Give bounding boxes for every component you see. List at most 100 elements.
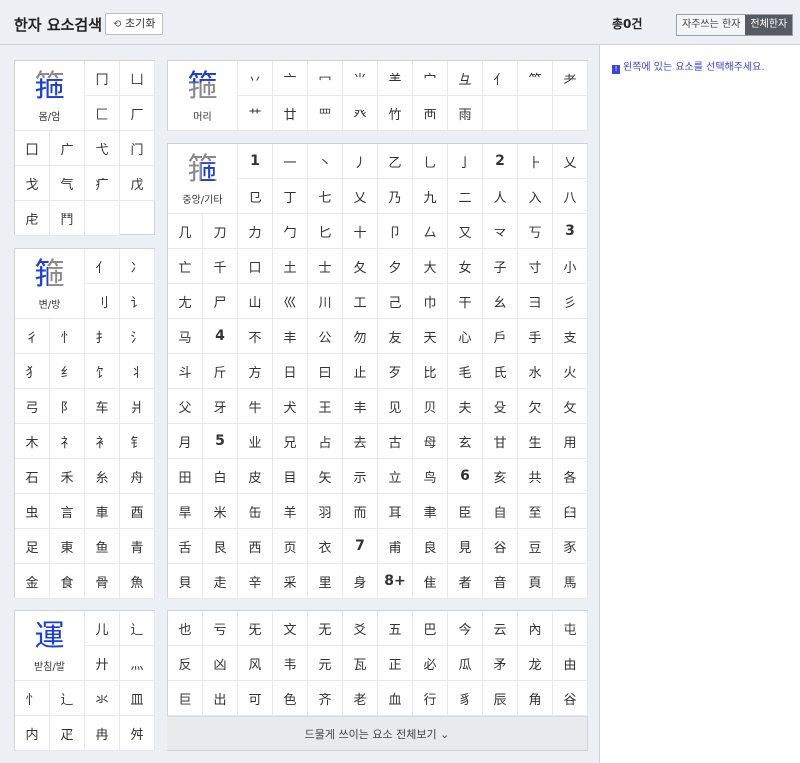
element-cell-bottom[interactable]: 儿 — [85, 611, 120, 646]
element-cell-middle[interactable]: 巛 — [273, 284, 308, 319]
element-cell-middle[interactable]: 止 — [343, 354, 378, 389]
element-cell-middle[interactable]: 支 — [553, 319, 588, 354]
element-cell-middle[interactable]: 力 — [238, 214, 273, 249]
element-cell-extra[interactable]: 元 — [308, 646, 343, 681]
element-cell-side[interactable]: 弓 — [15, 389, 50, 424]
element-cell-bottom[interactable]: 辶 — [120, 611, 155, 646]
element-cell-middle[interactable]: 馬 — [553, 564, 588, 599]
element-cell-middle[interactable]: 母 — [413, 424, 448, 459]
element-cell-middle[interactable]: 氏 — [483, 354, 518, 389]
element-cell-middle[interactable]: 几 — [168, 214, 203, 249]
element-cell-extra[interactable]: 瓦 — [343, 646, 378, 681]
element-cell-enclosure[interactable]: 厂 — [120, 96, 155, 131]
element-cell-extra[interactable]: 血 — [378, 681, 413, 716]
element-cell-side[interactable]: 金 — [15, 564, 50, 599]
element-cell-side[interactable]: 爿 — [120, 389, 155, 424]
element-cell-middle[interactable]: 豕 — [553, 529, 588, 564]
element-cell-enclosure[interactable]: 虍 — [15, 201, 50, 236]
element-cell-side[interactable]: 衤 — [85, 424, 120, 459]
element-cell-middle[interactable]: 七 — [308, 179, 343, 214]
element-cell-extra[interactable]: 內 — [518, 611, 553, 646]
element-cell-middle[interactable]: 貝 — [168, 564, 203, 599]
element-cell-head[interactable]: 彑 — [448, 61, 483, 96]
element-cell-side[interactable]: 舟 — [120, 459, 155, 494]
element-cell-middle[interactable]: 丁 — [273, 179, 308, 214]
element-cell-extra[interactable]: 色 — [273, 681, 308, 716]
element-cell-middle[interactable]: 音 — [483, 564, 518, 599]
element-cell-enclosure[interactable]: 门 — [120, 131, 155, 166]
element-cell-middle[interactable]: 丰 — [343, 389, 378, 424]
element-cell-middle[interactable]: 手 — [518, 319, 553, 354]
element-cell-middle[interactable]: 牙 — [203, 389, 238, 424]
element-cell-enclosure[interactable]: 疒 — [85, 166, 120, 201]
element-cell-middle[interactable]: 衣 — [308, 529, 343, 564]
element-cell-middle[interactable]: 小 — [553, 249, 588, 284]
element-cell-bottom[interactable]: 内 — [15, 716, 50, 751]
element-cell-middle[interactable]: 辛 — [238, 564, 273, 599]
element-cell-middle[interactable]: 王 — [308, 389, 343, 424]
element-cell-bottom[interactable]: 舛 — [120, 716, 155, 751]
element-cell-middle[interactable]: 皮 — [238, 459, 273, 494]
element-cell-extra[interactable]: 文 — [273, 611, 308, 646]
element-cell-middle[interactable]: 豆 — [518, 529, 553, 564]
element-cell-middle[interactable]: 斤 — [203, 354, 238, 389]
element-cell-middle[interactable]: 羽 — [308, 494, 343, 529]
element-cell-middle[interactable]: 里 — [308, 564, 343, 599]
element-cell-extra[interactable]: 由 — [553, 646, 588, 681]
element-cell-extra[interactable]: 龙 — [518, 646, 553, 681]
element-cell-middle[interactable]: 亡 — [168, 249, 203, 284]
element-cell-middle[interactable]: 臣 — [448, 494, 483, 529]
element-cell-middle[interactable]: 甘 — [483, 424, 518, 459]
element-cell-middle[interactable]: 者 — [448, 564, 483, 599]
element-cell-middle[interactable]: 毛 — [448, 354, 483, 389]
element-cell-enclosure[interactable]: 匚 — [85, 96, 120, 131]
element-cell-middle[interactable]: 米 — [203, 494, 238, 529]
element-cell-side[interactable]: 彳 — [15, 319, 50, 354]
element-cell-middle[interactable]: 大 — [413, 249, 448, 284]
element-cell-head[interactable]: 竹 — [378, 96, 413, 131]
element-cell-middle[interactable]: 彐 — [518, 284, 553, 319]
element-cell-middle[interactable]: 山 — [238, 284, 273, 319]
element-cell-enclosure[interactable]: 弋 — [85, 131, 120, 166]
element-cell-bottom[interactable]: 皿 — [120, 681, 155, 716]
element-cell-side[interactable]: 鱼 — [85, 529, 120, 564]
element-cell-middle[interactable]: 日 — [273, 354, 308, 389]
element-cell-side[interactable]: 讠 — [120, 284, 155, 319]
element-cell-head[interactable]: ⺌ — [343, 61, 378, 96]
element-cell-enclosure[interactable]: 戈 — [15, 166, 50, 201]
element-cell-middle[interactable]: 身 — [343, 564, 378, 599]
element-cell-extra[interactable]: 风 — [238, 646, 273, 681]
element-cell-middle[interactable]: 又 — [448, 214, 483, 249]
show-rare-elements-button[interactable]: 드물게 쓰이는 요소 전체보기 ⌄ — [167, 716, 587, 750]
element-cell-extra[interactable]: 正 — [378, 646, 413, 681]
element-cell-side[interactable]: 忄 — [50, 319, 85, 354]
element-cell-middle[interactable]: 九 — [413, 179, 448, 214]
element-cell-middle[interactable]: 龴 — [483, 214, 518, 249]
element-cell-head[interactable]: 冖 — [308, 61, 343, 96]
element-cell-middle[interactable]: 丰 — [273, 319, 308, 354]
element-cell-middle[interactable]: 去 — [343, 424, 378, 459]
element-cell-middle[interactable]: 聿 — [413, 494, 448, 529]
element-cell-middle[interactable]: 入 — [518, 179, 553, 214]
element-cell-extra[interactable]: 凶 — [203, 646, 238, 681]
element-cell-enclosure[interactable]: 气 — [50, 166, 85, 201]
element-cell-middle[interactable]: 丶 — [308, 144, 343, 179]
element-cell-head[interactable]: ⺮ — [518, 61, 553, 96]
element-cell-extra[interactable]: 齐 — [308, 681, 343, 716]
element-cell-middle[interactable]: 夫 — [448, 389, 483, 424]
element-cell-middle[interactable]: 殳 — [483, 389, 518, 424]
element-cell-extra[interactable]: 辰 — [483, 681, 518, 716]
element-cell-middle[interactable]: 士 — [308, 249, 343, 284]
element-cell-middle[interactable]: 西 — [238, 529, 273, 564]
element-cell-middle[interactable]: 羊 — [273, 494, 308, 529]
element-cell-head[interactable]: 丷 — [238, 61, 273, 96]
element-cell-middle[interactable]: 走 — [203, 564, 238, 599]
element-cell-bottom[interactable]: 冉 — [85, 716, 120, 751]
element-cell-middle[interactable]: 寸 — [518, 249, 553, 284]
element-cell-side[interactable]: 木 — [15, 424, 50, 459]
element-cell-middle[interactable]: 亅 — [448, 144, 483, 179]
element-cell-middle[interactable]: 火 — [553, 354, 588, 389]
element-cell-middle[interactable]: 歹 — [378, 354, 413, 389]
element-cell-extra[interactable]: 云 — [483, 611, 518, 646]
element-cell-side[interactable]: 车 — [85, 389, 120, 424]
